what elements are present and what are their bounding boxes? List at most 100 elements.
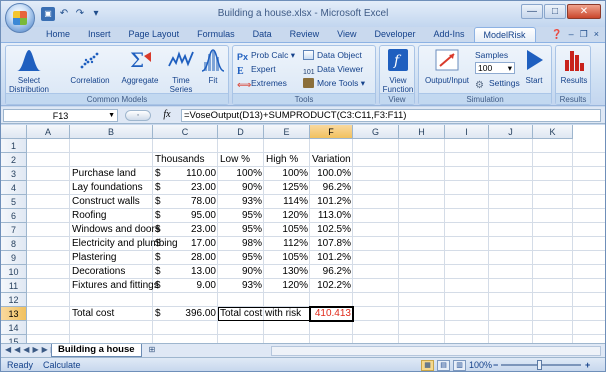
column-header-g[interactable]: G	[353, 125, 399, 139]
cell-cost[interactable]: 23.00	[153, 181, 218, 195]
samples-select[interactable]: 100 ▾	[475, 62, 515, 74]
aggregate-button[interactable]: Σ Aggregate	[118, 48, 162, 85]
cell-cost[interactable]: 17.00	[153, 237, 218, 251]
fit-button[interactable]: Fit	[200, 48, 226, 85]
tab-home[interactable]: Home	[37, 27, 79, 43]
cell-high-pct[interactable]: 112%	[264, 237, 310, 251]
cell-cost[interactable]: 78.00	[153, 195, 218, 209]
more-tools-button[interactable]: More Tools ▾	[303, 77, 365, 89]
column-header-i[interactable]: I	[445, 125, 489, 139]
cell-variation[interactable]: 102.5%	[310, 223, 353, 237]
column-header-a[interactable]: A	[27, 125, 70, 139]
column-header-e[interactable]: E	[264, 125, 310, 139]
tab-add-ins[interactable]: Add-Ins	[425, 27, 474, 43]
row-header-2[interactable]: 2	[1, 153, 27, 167]
column-header-c[interactable]: C	[153, 125, 218, 139]
cell-variation[interactable]: 96.2%	[310, 181, 353, 195]
close-button[interactable]: ✕	[567, 4, 601, 19]
cell-high-pct[interactable]: 114%	[264, 195, 310, 209]
cell-high-pct[interactable]: 120%	[264, 209, 310, 223]
row-header-10[interactable]: 10	[1, 265, 27, 279]
cell-low-pct[interactable]: 98%	[218, 237, 264, 251]
maximize-button[interactable]: □	[544, 4, 566, 19]
name-box[interactable]: F13 ▼	[3, 109, 118, 122]
results-button[interactable]: Results	[557, 48, 591, 85]
cell-low-pct[interactable]: 93%	[218, 195, 264, 209]
cell-low-pct[interactable]: 95%	[218, 223, 264, 237]
select-all-corner[interactable]	[1, 125, 27, 139]
column-header-j[interactable]: J	[489, 125, 533, 139]
formula-expand-handle[interactable]: ◦	[125, 110, 151, 121]
zoom-in-button[interactable]: +	[585, 360, 590, 370]
row-header-4[interactable]: 4	[1, 181, 27, 195]
row-header-1[interactable]: 1	[1, 139, 27, 153]
insert-sheet-icon[interactable]: ⊞	[145, 345, 159, 356]
doc-minimize-button[interactable]: –	[569, 29, 574, 40]
help-icon[interactable]: ❓	[551, 29, 562, 40]
row-header-14[interactable]: 14	[1, 321, 27, 335]
tab-modelrisk[interactable]: ModelRisk	[473, 27, 536, 43]
row-header-6[interactable]: 6	[1, 209, 27, 223]
data-object-button[interactable]: Data Object	[303, 49, 362, 61]
cell-cost[interactable]: 9.00	[153, 279, 218, 293]
column-header-k[interactable]: K	[533, 125, 573, 139]
column-header-d[interactable]: D	[218, 125, 264, 139]
cell-cost[interactable]: 95.00	[153, 209, 218, 223]
output-input-button[interactable]: Output/Input	[420, 48, 474, 85]
page-layout-view-icon[interactable]: ▤	[437, 360, 450, 371]
cell-low-pct[interactable]: 100%	[218, 167, 264, 181]
tab-data[interactable]: Data	[244, 27, 281, 43]
cell-cost[interactable]: 28.00	[153, 251, 218, 265]
settings-button[interactable]: ⚙ Settings	[475, 77, 520, 91]
row-header-5[interactable]: 5	[1, 195, 27, 209]
cell-cost[interactable]: 23.00	[153, 223, 218, 237]
sheet-tab-building-a-house[interactable]: Building a house	[51, 344, 142, 357]
cell-risk-label[interactable]: Total cost with risk	[218, 307, 310, 321]
normal-view-icon[interactable]: ▦	[421, 360, 434, 371]
cell-variation[interactable]: 101.2%	[310, 195, 353, 209]
page-break-view-icon[interactable]: ▥	[453, 360, 466, 371]
time-series-button[interactable]: Time Series	[166, 48, 196, 94]
select-distribution-button[interactable]: Select Distribution	[8, 48, 50, 94]
cell-cost[interactable]: 13.00	[153, 265, 218, 279]
cell-high-pct[interactable]: 125%	[264, 181, 310, 195]
cell-variation[interactable]: 102.2%	[310, 279, 353, 293]
office-button[interactable]	[5, 3, 35, 33]
cell-variation[interactable]: 113.0%	[310, 209, 353, 223]
cell-low-pct[interactable]: 90%	[218, 265, 264, 279]
cell-high-pct[interactable]: 105%	[264, 223, 310, 237]
start-button[interactable]: Start	[519, 48, 549, 85]
cell-low-pct[interactable]: 95%	[218, 209, 264, 223]
cell-total-label[interactable]: Total cost	[70, 307, 153, 321]
cell-variation[interactable]: 100.0%	[310, 167, 353, 181]
cell-total-value[interactable]: 396.00	[153, 307, 218, 321]
expert-button[interactable]: E Expert	[237, 63, 276, 77]
row-header-3[interactable]: 3	[1, 167, 27, 181]
formula-input[interactable]: =VoseOutput(D13)+SUMPRODUCT(C3:C11,F3:F1…	[181, 109, 601, 122]
row-header-15[interactable]: 15	[1, 335, 27, 343]
doc-restore-button[interactable]: ❐	[580, 29, 588, 40]
tab-insert[interactable]: Insert	[79, 27, 120, 43]
cell-low-pct[interactable]: 90%	[218, 181, 264, 195]
header-thousands[interactable]: Thousands	[153, 153, 223, 167]
tab-formulas[interactable]: Formulas	[188, 27, 244, 43]
prob-calc-button[interactable]: Px Prob Calc ▾	[237, 49, 295, 62]
row-header-11[interactable]: 11	[1, 279, 27, 293]
column-header-b[interactable]: B	[70, 125, 153, 139]
extremes-button[interactable]: ⟺Extremes	[237, 77, 287, 91]
data-viewer-button[interactable]: 101 Data Viewer	[303, 63, 363, 78]
zoom-out-button[interactable]: −	[493, 360, 498, 370]
correlation-button[interactable]: Correlation	[68, 48, 112, 85]
cell-variation[interactable]: 101.2%	[310, 251, 353, 265]
cell-high-pct[interactable]: 130%	[264, 265, 310, 279]
row-header-8[interactable]: 8	[1, 237, 27, 251]
row-header-12[interactable]: 12	[1, 293, 27, 307]
header-variation[interactable]: Variation	[310, 153, 360, 167]
tab-page-layout[interactable]: Page Layout	[120, 27, 189, 43]
row-header-9[interactable]: 9	[1, 251, 27, 265]
cell-variation[interactable]: 107.8%	[310, 237, 353, 251]
row-header-13[interactable]: 13	[1, 307, 27, 321]
cell-high-pct[interactable]: 105%	[264, 251, 310, 265]
row-header-7[interactable]: 7	[1, 223, 27, 237]
header-high-pct[interactable]: High %	[264, 153, 310, 167]
